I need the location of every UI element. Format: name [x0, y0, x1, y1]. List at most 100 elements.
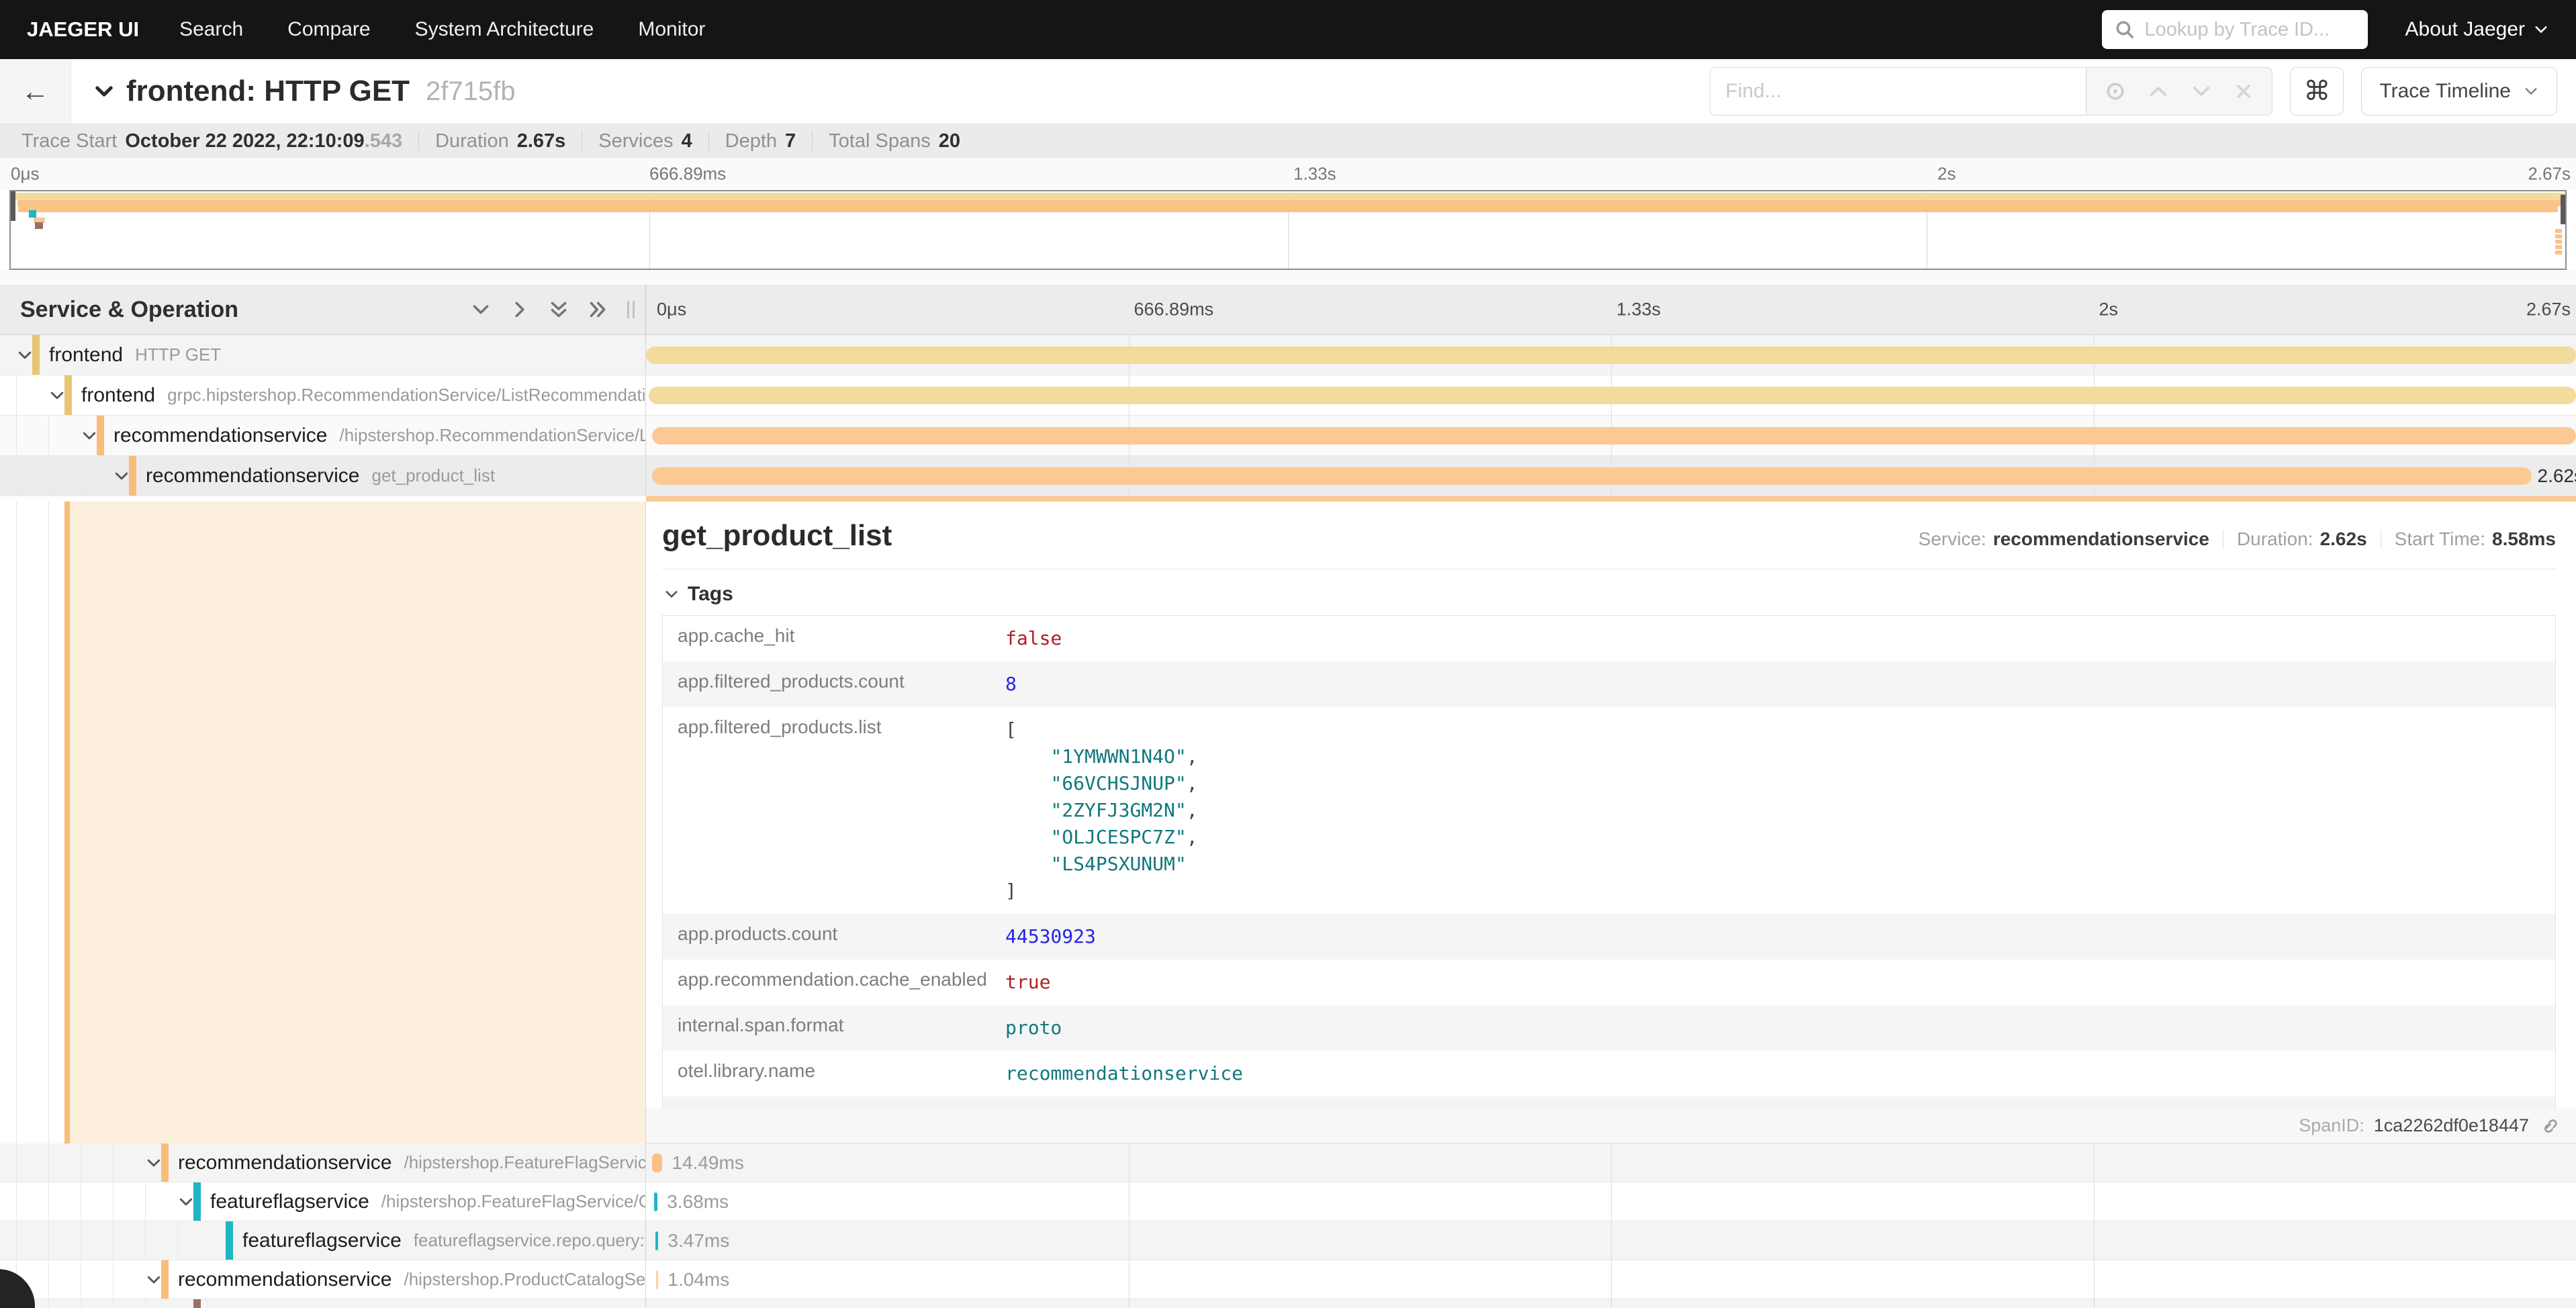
find-next-icon[interactable]	[2190, 80, 2213, 103]
service-color-bar	[32, 335, 40, 375]
focus-target-icon[interactable]	[2104, 80, 2127, 103]
tag-key: app.cache_hit	[663, 616, 999, 661]
find-clear-icon[interactable]	[2233, 81, 2254, 102]
span-bar-cell[interactable]	[646, 416, 2576, 455]
span-bar-cell	[646, 1299, 2576, 1308]
collapse-all-icon[interactable]	[548, 299, 569, 320]
trace-collapse-chevron[interactable]	[93, 80, 116, 103]
indent-guide	[48, 1221, 49, 1260]
operation-name: HTTP GET	[135, 344, 221, 365]
span-row-bottom-3[interactable]: featureflagservicefeatureflagservice.rep…	[0, 1221, 2576, 1260]
indent-guide	[16, 502, 17, 1143]
span-name-cell[interactable]: recommendationservice/hipstershop.Featur…	[0, 1143, 646, 1182]
indent-guide	[145, 1221, 146, 1260]
row-collapse-chevron[interactable]	[145, 1271, 163, 1289]
span-row-top-4[interactable]: recommendationservice get_product_list 2.6…	[0, 456, 2576, 496]
span-row-bottom-1[interactable]: recommendationservice/hipstershop.Featur…	[0, 1143, 2576, 1182]
tag-key: app.filtered_products.count	[663, 661, 999, 707]
service-color-bar	[193, 1182, 201, 1221]
minimap-span	[11, 193, 2565, 200]
deep-link-icon[interactable]	[2538, 1116, 2559, 1136]
span-duration-bar[interactable]	[656, 1270, 658, 1289]
minimap-span	[2555, 245, 2563, 249]
span-duration-bar[interactable]	[654, 1193, 657, 1211]
span-row-bottom-4[interactable]: recommendationservice/hipstershop.Produc…	[0, 1260, 2576, 1299]
span-bar-cell[interactable]: 3.68ms	[646, 1182, 2576, 1221]
back-button[interactable]: ←	[0, 59, 71, 124]
span-duration-bar[interactable]	[652, 467, 2532, 485]
row-collapse-chevron[interactable]	[48, 387, 66, 404]
tags-section-label: Tags	[688, 583, 733, 606]
expand-one-icon[interactable]	[509, 299, 531, 320]
span-row-top-2[interactable]: frontendgrpc.hipstershop.RecommendationS…	[0, 375, 2576, 416]
stat-services: Services4	[598, 130, 692, 152]
top-nav: JAEGER UI Search Compare System Architectu…	[0, 0, 2576, 59]
span-duration-bar[interactable]	[652, 1154, 663, 1172]
span-bar-cell[interactable]: 3.47ms	[646, 1221, 2576, 1260]
trace-view-select[interactable]: Trace Timeline	[2361, 67, 2557, 115]
indent-guide	[48, 1143, 49, 1182]
find-input[interactable]	[1710, 67, 2086, 115]
span-row-partial[interactable]	[0, 1299, 2576, 1308]
span-bar-cell[interactable]: 14.49ms	[646, 1143, 2576, 1182]
nav-item-search[interactable]: Search	[179, 18, 243, 41]
operation-name: /hipstershop.ProductCatalogSer…	[404, 1269, 646, 1290]
span-name-cell[interactable]: recommendationservice/hipstershop.Produc…	[0, 1260, 646, 1299]
span-bar-cell[interactable]	[646, 375, 2576, 415]
column-resizer[interactable]	[627, 301, 635, 318]
span-name-cell[interactable]: recommendationservice get_product_list	[0, 456, 646, 496]
span-duration-bar[interactable]	[655, 1231, 659, 1250]
keyboard-shortcuts-button[interactable]: ⌘	[2290, 67, 2344, 115]
row-collapse-chevron[interactable]	[113, 467, 130, 485]
expand-all-icon[interactable]	[587, 299, 608, 320]
span-name-cell[interactable]: recommendationservice/hipstershop.Recomm…	[0, 416, 646, 455]
tag-row-app.filtered_products.count: app.filtered_products.count8	[663, 661, 2555, 707]
nav-item-compare[interactable]: Compare	[287, 18, 370, 41]
tags-section-header[interactable]: Tags	[663, 583, 2556, 606]
span-duration-bar[interactable]	[652, 427, 2576, 445]
minimap-canvas[interactable]	[9, 190, 2567, 270]
trace-id-lookup[interactable]	[2102, 10, 2368, 49]
service-color-bar	[193, 1299, 201, 1308]
span-row-top-1[interactable]: frontendHTTP GET	[0, 335, 2576, 375]
span-bar-cell[interactable]	[646, 335, 2576, 375]
nav-item-system-architecture[interactable]: System Architecture	[415, 18, 594, 41]
trace-id-lookup-input[interactable]	[2145, 19, 2356, 41]
time-tick: 2.67s	[2526, 299, 2571, 320]
trace-title: frontend: HTTP GET	[126, 75, 410, 108]
minimap-right-scrubber[interactable]	[2561, 195, 2565, 224]
indent-guide	[16, 456, 17, 496]
about-jaeger-menu[interactable]: About Jaeger	[2405, 18, 2549, 41]
row-collapse-chevron[interactable]	[16, 346, 34, 364]
span-name-cell[interactable]: frontendHTTP GET	[0, 335, 646, 375]
span-row-bottom-2[interactable]: featureflagservice/hipstershop.FeatureFl…	[0, 1182, 2576, 1221]
tag-row-otel.library.name: otel.library.namerecommendationservice	[663, 1051, 2555, 1096]
span-name-cell[interactable]: frontendgrpc.hipstershop.RecommendationS…	[0, 375, 646, 415]
app-brand[interactable]: JAEGER UI	[27, 17, 139, 42]
service-name: recommendationservice	[178, 1268, 392, 1291]
service-name: recommendationservice	[146, 465, 359, 487]
indent-guide	[48, 1182, 49, 1221]
tag-row-app.recommendation.cache_enabled: app.recommendation.cache_enabledtrue	[663, 960, 2555, 1005]
span-duration-bar[interactable]	[649, 387, 2576, 404]
service-operation-header: Service & Operation	[20, 297, 238, 323]
tag-value: proto	[999, 1005, 1068, 1051]
nav-item-monitor[interactable]: Monitor	[638, 18, 705, 41]
find-prev-icon[interactable]	[2147, 80, 2170, 103]
span-bar-cell[interactable]: 1.04ms	[646, 1260, 2576, 1299]
row-collapse-chevron[interactable]	[145, 1154, 163, 1172]
span-name-cell[interactable]: featureflagservicefeatureflagservice.rep…	[0, 1221, 646, 1260]
time-tick: 2s	[1937, 164, 1956, 185]
chevron-down-icon	[2523, 83, 2539, 99]
span-duration-bar[interactable]	[646, 346, 2576, 364]
collapse-one-icon[interactable]	[470, 299, 492, 320]
row-collapse-chevron[interactable]	[81, 427, 98, 445]
span-name-cell[interactable]: featureflagservice/hipstershop.FeatureFl…	[0, 1182, 646, 1221]
operation-name: get_product_list	[371, 465, 495, 486]
minimap-left-scrubber[interactable]	[11, 191, 15, 221]
row-collapse-chevron[interactable]	[177, 1193, 195, 1211]
indent-guide	[16, 1143, 17, 1182]
timeline-header: Service & Operation 0μs666.89ms1.33s2s2.…	[0, 285, 2576, 335]
span-bar-cell[interactable]: 2.62s	[646, 456, 2576, 496]
span-row-top-3[interactable]: recommendationservice/hipstershop.Recomm…	[0, 416, 2576, 456]
